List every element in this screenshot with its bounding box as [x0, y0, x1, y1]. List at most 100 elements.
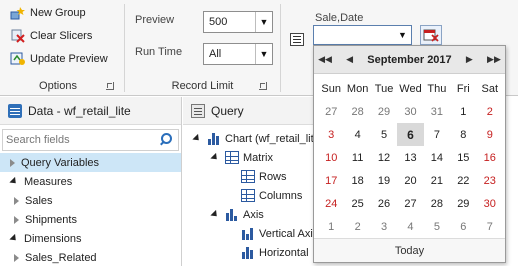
query-node-label: Chart (wf_retail_lite)	[225, 132, 324, 145]
update-preview-label: Update Preview	[30, 53, 108, 65]
calendar-day[interactable]: 19	[371, 169, 397, 192]
collapse-arrow-icon[interactable]	[210, 152, 220, 163]
query-node-matrix[interactable]: Matrix	[210, 148, 273, 167]
query-panel-title: Query	[211, 103, 244, 118]
calendar-day[interactable]: 24	[318, 192, 344, 215]
next-year-button[interactable]: ▶▶	[487, 52, 501, 68]
calendar-day[interactable]: 27	[318, 100, 344, 123]
calendar-day[interactable]: 20	[397, 169, 423, 192]
update-preview-button[interactable]: Update Preview	[10, 50, 108, 68]
calendar-day[interactable]: 2	[344, 215, 370, 238]
preview-limit-select[interactable]: 500 ▼	[203, 11, 273, 33]
tree-item-measures[interactable]: Measures	[0, 172, 181, 191]
tree-item-sales[interactable]: Sales	[0, 191, 181, 210]
collapse-arrow-icon[interactable]	[210, 209, 220, 220]
calendar-day[interactable]: 30	[477, 192, 503, 215]
calendar-day[interactable]: 1	[450, 100, 476, 123]
calendar-day[interactable]: 18	[344, 169, 370, 192]
expand-arrow-icon[interactable]	[14, 196, 19, 205]
calendar-day[interactable]: 15	[450, 146, 476, 169]
query-node-horizontal-axis[interactable]: Horizontal	[241, 243, 309, 262]
weekday-header-row: Sun Mon Tue Wed Thu Fri Sat	[318, 77, 503, 100]
tree-item-dimensions[interactable]: Dimensions	[0, 229, 181, 248]
expand-arrow-icon[interactable]	[10, 158, 15, 167]
calendar-day[interactable]: 11	[344, 146, 370, 169]
chevron-down-icon[interactable]: ▼	[255, 12, 272, 32]
calendar-day[interactable]: 26	[371, 192, 397, 215]
query-node-axis[interactable]: Axis	[210, 205, 264, 224]
calendar-day[interactable]: 28	[344, 100, 370, 123]
options-launcher-icon[interactable]	[106, 82, 114, 90]
calendar-day[interactable]: 17	[318, 169, 344, 192]
calendar-button[interactable]	[420, 25, 442, 45]
calendar-day[interactable]: 7	[477, 215, 503, 238]
tree-item-query-variables[interactable]: Query Variables	[0, 153, 181, 172]
tree-item-label: Query Variables	[21, 156, 100, 169]
calendar-week-row: 10 11 12 13 14 15 16	[318, 146, 503, 169]
query-node-chart[interactable]: Chart (wf_retail_lite)	[192, 129, 324, 148]
month-year-title[interactable]: September 2017	[367, 54, 451, 66]
calendar-day[interactable]: 6	[397, 123, 424, 146]
calendar-day[interactable]: 6	[450, 215, 476, 238]
query-node-vertical-axis[interactable]: Vertical Axis	[241, 224, 318, 243]
previous-year-button[interactable]: ◀◀	[318, 52, 332, 68]
record-limit-launcher-icon[interactable]	[259, 82, 267, 90]
calendar-day[interactable]: 10	[318, 146, 344, 169]
calendar-day[interactable]: 25	[344, 192, 370, 215]
calendar-day[interactable]: 13	[397, 146, 423, 169]
calendar-day[interactable]: 5	[424, 215, 450, 238]
query-node-rows[interactable]: Rows	[241, 167, 287, 186]
calendar-day[interactable]: 4	[344, 123, 370, 146]
calendar-day[interactable]: 27	[397, 192, 423, 215]
calendar-day[interactable]: 16	[477, 146, 503, 169]
query-panel-header: Query	[183, 97, 323, 125]
next-month-button[interactable]: ▶	[462, 52, 476, 68]
calendar-day[interactable]: 23	[477, 169, 503, 192]
calendar-day[interactable]: 14	[424, 146, 450, 169]
options-group: New Group Clear Slicers Update Preview O…	[0, 0, 124, 96]
clear-slicers-icon	[10, 29, 26, 43]
today-button[interactable]: Today	[314, 238, 505, 262]
collapse-arrow-icon[interactable]	[9, 176, 19, 187]
clear-slicers-button[interactable]: Clear Slicers	[10, 27, 92, 45]
calendar-day[interactable]: 29	[371, 100, 397, 123]
search-icon[interactable]	[158, 132, 174, 148]
chevron-down-icon[interactable]: ▼	[255, 44, 272, 64]
tree-item-sales-related[interactable]: Sales_Related	[0, 248, 181, 266]
calendar-day[interactable]: 7	[424, 123, 450, 146]
calendar-day[interactable]: 28	[424, 192, 450, 215]
data-panel: Data - wf_retail_lite Search fields Quer…	[0, 97, 182, 266]
calendar-day[interactable]: 12	[371, 146, 397, 169]
run-time-limit-select[interactable]: All ▼	[203, 43, 273, 65]
calendar-day[interactable]: 1	[318, 215, 344, 238]
calendar-day[interactable]: 8	[450, 123, 476, 146]
new-group-label: New Group	[30, 7, 86, 19]
preview-limit-value: 500	[209, 16, 228, 28]
database-icon	[8, 103, 22, 118]
calendar-day[interactable]: 31	[424, 100, 450, 123]
sale-date-input[interactable]: ▼	[313, 25, 412, 45]
record-limit-caption: Record Limit	[171, 80, 234, 92]
calendar-day[interactable]: 9	[477, 123, 503, 146]
expand-arrow-icon[interactable]	[14, 215, 19, 224]
calendar-clear-icon	[423, 29, 439, 42]
calendar-day[interactable]: 29	[450, 192, 476, 215]
collapse-arrow-icon[interactable]	[192, 133, 202, 144]
new-group-button[interactable]: New Group	[10, 4, 86, 22]
calendar-day[interactable]: 21	[424, 169, 450, 192]
calendar-day[interactable]: 3	[318, 123, 344, 146]
expand-arrow-icon[interactable]	[14, 253, 19, 262]
search-fields-input[interactable]: Search fields	[2, 129, 179, 151]
calendar-day[interactable]: 3	[371, 215, 397, 238]
chevron-down-icon[interactable]: ▼	[394, 26, 411, 44]
tree-item-shipments[interactable]: Shipments	[0, 210, 181, 229]
calendar-day[interactable]: 5	[371, 123, 397, 146]
collapse-arrow-icon[interactable]	[9, 233, 19, 244]
calendar-day[interactable]: 2	[477, 100, 503, 123]
calendar-day[interactable]: 4	[397, 215, 423, 238]
calendar-day[interactable]: 30	[397, 100, 423, 123]
previous-month-button[interactable]: ◀	[343, 52, 357, 68]
calendar-day[interactable]: 22	[450, 169, 476, 192]
query-node-columns[interactable]: Columns	[241, 186, 302, 205]
slicer-list-icon[interactable]	[290, 33, 304, 46]
